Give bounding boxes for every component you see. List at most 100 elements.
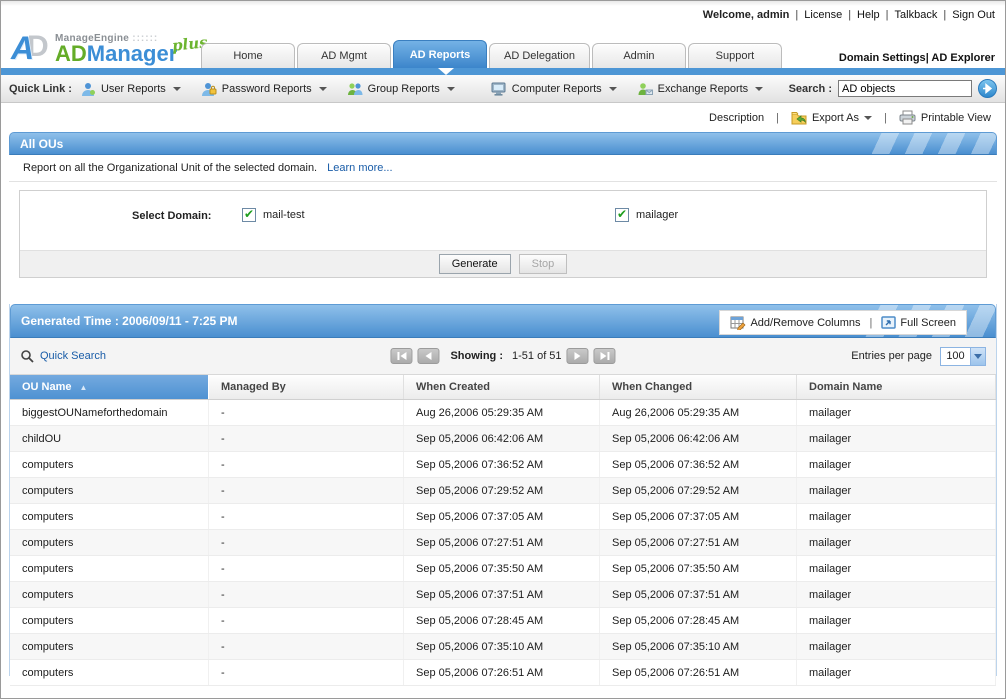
table-cell: -	[209, 660, 404, 685]
tab-ad-delegation[interactable]: AD Delegation	[489, 43, 590, 68]
generate-button[interactable]: Generate	[438, 254, 511, 274]
tab-ad-reports[interactable]: AD Reports	[393, 40, 487, 68]
quicklink-label: Quick Link :	[9, 82, 72, 95]
menu-label: Exchange Reports	[657, 82, 749, 95]
table-cell: Aug 26,2006 05:29:35 AM	[404, 400, 600, 425]
help-link[interactable]: Help	[857, 9, 880, 21]
description-button[interactable]: Description	[709, 112, 764, 124]
table-cell: Sep 05,2006 07:35:50 AM	[404, 556, 600, 581]
showing-label: Showing :	[450, 350, 503, 362]
table-cell: computers	[10, 608, 209, 633]
learn-more-link[interactable]: Learn more...	[327, 162, 392, 174]
check-icon: ✔	[616, 207, 628, 221]
mailager-checkbox[interactable]: ✔	[615, 208, 629, 222]
first-page-button[interactable]	[390, 348, 413, 364]
header-right: Domain Settings| AD Explorer	[839, 52, 995, 64]
domain-settings-link[interactable]: Domain Settings	[839, 52, 926, 64]
chevron-down-icon	[864, 115, 873, 120]
add-remove-columns-button[interactable]: Add/Remove Columns	[730, 316, 861, 330]
chevron-down-icon	[970, 347, 985, 365]
chevron-down-icon	[608, 86, 617, 91]
table-cell: Sep 05,2006 07:37:05 AM	[404, 504, 600, 529]
full-screen-label: Full Screen	[900, 316, 956, 329]
table-cell: Sep 05,2006 07:26:51 AM	[404, 660, 600, 685]
column-header-domain-name[interactable]: Domain Name	[797, 375, 996, 399]
license-link[interactable]: License	[804, 9, 842, 21]
entries-per-page: Entries per page 100	[851, 346, 986, 366]
printable-view-button[interactable]: Printable View	[899, 110, 991, 125]
tab-home[interactable]: Home	[201, 43, 295, 68]
table-cell: Sep 05,2006 07:37:05 AM	[600, 504, 797, 529]
table-cell: -	[209, 582, 404, 607]
search-input[interactable]	[838, 80, 972, 97]
user-reports-icon	[80, 81, 96, 97]
entries-per-page-value: 100	[946, 350, 965, 362]
table-cell: Sep 05,2006 07:35:10 AM	[404, 634, 600, 659]
table-cell: Sep 05,2006 07:28:45 AM	[404, 608, 600, 633]
column-header-managed-by[interactable]: Managed By	[209, 375, 404, 399]
table-cell: computers	[10, 556, 209, 581]
table-cell: computers	[10, 504, 209, 529]
menu-user-reports[interactable]: User Reports	[80, 81, 181, 97]
tab-support[interactable]: Support	[687, 43, 782, 68]
table-cell: computers	[10, 660, 209, 685]
table-cell: mailager	[797, 660, 996, 685]
tab-ad-mgmt[interactable]: AD Mgmt	[297, 43, 391, 68]
table-cell: computers	[10, 478, 209, 503]
quick-search-label: Quick Search	[40, 350, 107, 362]
table-cell: mailager	[797, 608, 996, 633]
table-row: computers - Sep 05,2006 07:35:50 AM Sep 05,…	[10, 556, 996, 582]
separator: |	[884, 111, 887, 124]
menu-exchange-reports[interactable]: Exchange Reports	[637, 81, 764, 97]
column-header-when-created[interactable]: When Created	[404, 375, 600, 399]
table-cell: computers	[10, 634, 209, 659]
select-domain-label: Select Domain:	[132, 210, 212, 222]
table-header: OU Name ▲ Managed By When Created When C…	[10, 375, 996, 400]
main-tabs: Home AD Mgmt AD Reports AD Delegation Ad…	[201, 40, 782, 68]
table-row: childOU - Sep 05,2006 06:42:06 AM Sep 05,20…	[10, 426, 996, 452]
export-as-button[interactable]: Export As	[791, 110, 873, 125]
menu-password-reports[interactable]: Password Reports	[201, 81, 327, 97]
generated-time-banner: Generated Time : 2006/09/11 - 7:25 PM Ad…	[10, 304, 996, 338]
search-go-button[interactable]	[978, 79, 997, 98]
arrow-right-icon	[983, 83, 993, 94]
talkback-link[interactable]: Talkback	[895, 9, 938, 21]
table-cell: -	[209, 530, 404, 555]
table-actions-box: Add/Remove Columns | Full Screen	[719, 310, 967, 335]
menu-label: Password Reports	[221, 82, 312, 95]
table-cell: Sep 05,2006 07:36:52 AM	[600, 452, 797, 477]
mail-test-checkbox[interactable]: ✔	[242, 208, 256, 222]
table-cell: mailager	[797, 634, 996, 659]
entries-per-page-select[interactable]: 100	[940, 346, 986, 366]
ad-explorer-link[interactable]: AD Explorer	[931, 52, 995, 64]
tab-admin[interactable]: Admin	[591, 43, 686, 68]
column-header-ou-name[interactable]: OU Name ▲	[10, 375, 209, 399]
quick-search-button[interactable]: Quick Search	[20, 349, 106, 363]
table-row: computers - Sep 05,2006 07:35:10 AM Sep 05,…	[10, 634, 996, 660]
table-cell: biggestOUNameforthedomain	[10, 400, 209, 425]
column-header-when-changed[interactable]: When Changed	[600, 375, 797, 399]
showing-value: 1-51 of 51	[512, 350, 562, 362]
signout-link[interactable]: Sign Out	[952, 9, 995, 21]
last-page-button[interactable]	[593, 348, 616, 364]
chevron-down-icon	[172, 86, 181, 91]
table-row: computers - Sep 05,2006 07:37:05 AM Sep 05,…	[10, 504, 996, 530]
separator: |	[795, 9, 799, 21]
printer-icon	[899, 110, 916, 125]
previous-page-button[interactable]	[417, 348, 440, 364]
menu-computer-reports[interactable]: Computer Reports	[491, 81, 617, 97]
table-row: computers - Sep 05,2006 07:36:52 AM Sep 05,…	[10, 452, 996, 478]
report-title: All OUs	[20, 136, 64, 151]
menu-group-reports[interactable]: Group Reports	[347, 81, 455, 97]
report-title-banner: All OUs	[9, 132, 997, 155]
table-cell: childOU	[10, 426, 209, 451]
app-logo[interactable]: DA ManageEngine :::::: ADManager plus	[11, 30, 208, 66]
table-cell: computers	[10, 582, 209, 607]
active-tab-notch	[438, 68, 454, 75]
full-screen-icon	[881, 316, 897, 329]
full-screen-button[interactable]: Full Screen	[881, 316, 956, 329]
accent-bar	[1, 68, 1005, 75]
next-page-button[interactable]	[566, 348, 589, 364]
separator: |	[869, 316, 873, 329]
table-row: computers - Sep 05,2006 07:37:51 AM Sep 05,…	[10, 582, 996, 608]
